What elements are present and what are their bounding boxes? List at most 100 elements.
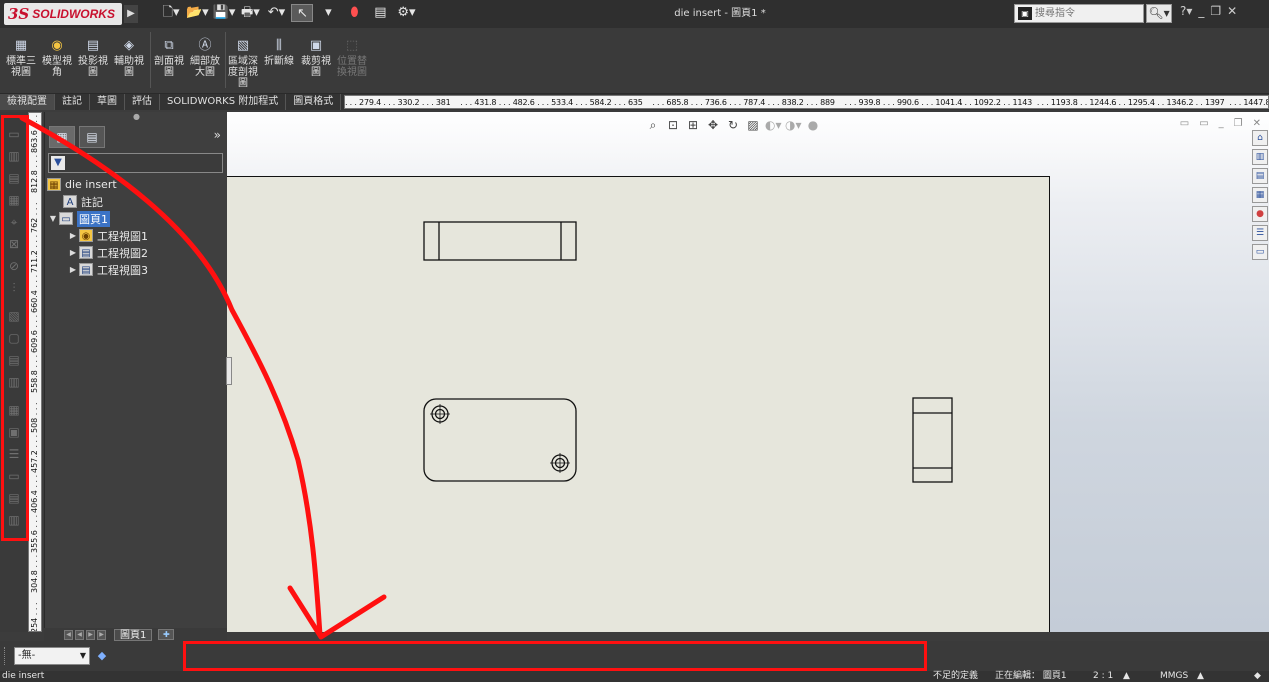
- zoom-to-fit-icon[interactable]: ⌕: [645, 118, 661, 133]
- drawing-view-right[interactable]: [912, 397, 953, 483]
- design-library-icon[interactable]: ▥: [1252, 149, 1268, 165]
- tool-note-icon[interactable]: ▥: [5, 148, 23, 164]
- tool-block-icon[interactable]: ▢: [5, 330, 23, 346]
- tab-sheet-format[interactable]: 圖頁格式: [286, 94, 342, 110]
- tree-view-1[interactable]: ▶ ◉ 工程視圖1: [47, 227, 225, 244]
- search-commands[interactable]: ▣: [1014, 4, 1144, 23]
- open-folder-icon[interactable]: 📂▾: [186, 4, 209, 22]
- toolbar-grip[interactable]: [4, 647, 7, 665]
- tool-table-icon[interactable]: ▤: [5, 352, 23, 368]
- auxiliary-view-button[interactable]: ◈ 輔助視圖: [110, 38, 148, 78]
- menu-expand-icon[interactable]: ▶: [124, 5, 138, 23]
- new-document-icon[interactable]: 🗋▾: [160, 4, 182, 22]
- view-orientation-icon[interactable]: ◐▾: [765, 118, 782, 133]
- select-pointer-icon[interactable]: ↖: [291, 4, 314, 22]
- home-icon[interactable]: ⌂: [1252, 130, 1268, 146]
- tool-align-icon[interactable]: ☰: [5, 446, 23, 462]
- alternate-position-button[interactable]: ⬚ 位置替換視圖: [333, 38, 371, 78]
- tool-surface-finish-icon[interactable]: ▦: [5, 192, 23, 208]
- feature-tree-tab-icon[interactable]: ▦: [49, 126, 75, 148]
- model-view-button[interactable]: ◉ 模型視角: [38, 38, 76, 78]
- tile-right-icon[interactable]: ▭: [1199, 118, 1208, 129]
- panel-expand-icon[interactable]: »: [214, 128, 221, 142]
- projected-view-button[interactable]: ▤ 投影視圖: [74, 38, 112, 78]
- tree-root[interactable]: ▦ die insert: [47, 176, 225, 193]
- tool-revision-icon[interactable]: ▥: [5, 374, 23, 390]
- drawing-view-front[interactable]: [423, 398, 577, 482]
- tab-annotation[interactable]: 註記: [55, 94, 90, 110]
- doc-restore-icon[interactable]: ❐: [1234, 118, 1243, 129]
- tool-datum-icon[interactable]: ⊠: [5, 236, 23, 252]
- tool-group-icon[interactable]: ▭: [5, 468, 23, 484]
- add-sheet-icon[interactable]: ✚: [158, 629, 175, 640]
- prev-sheet-icon[interactable]: ◀: [75, 629, 84, 640]
- save-icon[interactable]: 💾▾: [213, 4, 236, 22]
- status-notification-icon[interactable]: ◆: [1254, 671, 1261, 682]
- drawing-view-top[interactable]: [423, 221, 577, 261]
- status-scale[interactable]: 2 : 1: [1093, 671, 1113, 682]
- tool-area-hatch-icon[interactable]: ▧: [5, 308, 23, 324]
- tool-centerline-icon[interactable]: ⫶: [5, 280, 23, 296]
- tool-more-icon[interactable]: ▥: [5, 512, 23, 528]
- solidworks-logo[interactable]: 3S SOLIDWORKS: [4, 3, 122, 25]
- help-icon[interactable]: ?▾: [1180, 4, 1192, 18]
- status-units[interactable]: MMGS: [1160, 671, 1188, 682]
- close-icon[interactable]: ✕: [1227, 4, 1237, 18]
- tile-left-icon[interactable]: ▭: [1180, 118, 1189, 129]
- select-dropdown-icon[interactable]: ▾: [317, 4, 339, 22]
- layer-properties-icon[interactable]: ◆: [94, 648, 110, 664]
- tool-hole-callout-icon[interactable]: ⊘: [5, 258, 23, 274]
- last-sheet-icon[interactable]: ▶: [97, 629, 106, 640]
- tab-evaluate[interactable]: 評估: [125, 94, 160, 110]
- minimize-icon[interactable]: _: [1198, 4, 1204, 18]
- panel-grip-icon[interactable]: ●: [45, 112, 228, 122]
- doc-minimize-icon[interactable]: _: [1219, 118, 1224, 129]
- tree-annotations[interactable]: A 註記: [47, 193, 225, 210]
- rotate-icon[interactable]: ↻: [725, 118, 741, 133]
- tree-view-2[interactable]: ▶ ▤ 工程視圖2: [47, 244, 225, 261]
- appearance-icon[interactable]: ●: [805, 118, 821, 133]
- tab-view-layout[interactable]: 檢視配置: [0, 94, 55, 110]
- forum-icon[interactable]: ▭: [1252, 244, 1268, 260]
- broken-out-section-button[interactable]: ▧ 區域深度剖視圖: [224, 38, 262, 89]
- search-input[interactable]: [1035, 5, 1135, 22]
- break-button[interactable]: ⫼ 折斷線: [260, 38, 298, 67]
- options-gear-icon[interactable]: ⚙▾: [395, 4, 417, 22]
- first-sheet-icon[interactable]: ◀: [64, 629, 73, 640]
- tool-weld-icon[interactable]: ⌖: [5, 214, 23, 230]
- sheet-tab-active[interactable]: 圖頁1: [114, 628, 153, 641]
- tab-addins[interactable]: SOLIDWORKS 附加程式: [160, 94, 287, 110]
- crop-view-button[interactable]: ▣ 裁剪視圖: [297, 38, 335, 78]
- tree-view-3[interactable]: ▶ ▤ 工程視圖3: [47, 261, 225, 278]
- search-icon[interactable]: 🔍︎▾: [1146, 4, 1172, 23]
- collapse-arrow-icon[interactable]: ▼: [47, 214, 59, 223]
- standard-3-view-button[interactable]: ▦ 標準三視圖: [2, 38, 40, 78]
- section-view-button[interactable]: ⧉ 剖面視圖: [150, 38, 188, 78]
- drawing-sheet[interactable]: [227, 176, 1050, 632]
- expand-arrow-icon[interactable]: ▶: [67, 265, 79, 274]
- pan-icon[interactable]: ✥: [705, 118, 721, 133]
- expand-arrow-icon[interactable]: ▶: [67, 248, 79, 257]
- file-properties-icon[interactable]: ▤: [369, 4, 391, 22]
- display-style-icon[interactable]: ▨: [745, 118, 761, 133]
- zoom-to-selection-icon[interactable]: ⊞: [685, 118, 701, 133]
- tool-smart-dimension-icon[interactable]: ▭: [5, 126, 23, 142]
- tab-sketch[interactable]: 草圖: [90, 94, 125, 110]
- undo-icon[interactable]: ↶▾: [265, 4, 287, 22]
- tree-filter[interactable]: ▼: [48, 153, 223, 173]
- restore-icon[interactable]: ❐: [1210, 4, 1221, 18]
- file-explorer-icon[interactable]: ▤: [1252, 168, 1268, 184]
- next-sheet-icon[interactable]: ▶: [86, 629, 95, 640]
- panel-collapse-handle[interactable]: [226, 357, 232, 385]
- tool-format-icon[interactable]: ▣: [5, 424, 23, 440]
- property-manager-tab-icon[interactable]: ▤: [79, 126, 105, 148]
- custom-properties-icon[interactable]: ☰: [1252, 225, 1268, 241]
- rebuild-traffic-light-icon[interactable]: ⬮: [343, 4, 365, 22]
- tool-balloon-icon[interactable]: ▤: [5, 170, 23, 186]
- print-icon[interactable]: 🖶▾: [239, 4, 261, 22]
- tool-layer-icon[interactable]: ▦: [5, 402, 23, 418]
- detail-view-button[interactable]: Ⓐ 細部放大圖: [186, 38, 224, 78]
- tree-sheet[interactable]: ▼ ▭ 圖頁1: [47, 210, 225, 227]
- appearances-icon[interactable]: ●: [1252, 206, 1268, 222]
- zoom-to-area-icon[interactable]: ⊡: [665, 118, 681, 133]
